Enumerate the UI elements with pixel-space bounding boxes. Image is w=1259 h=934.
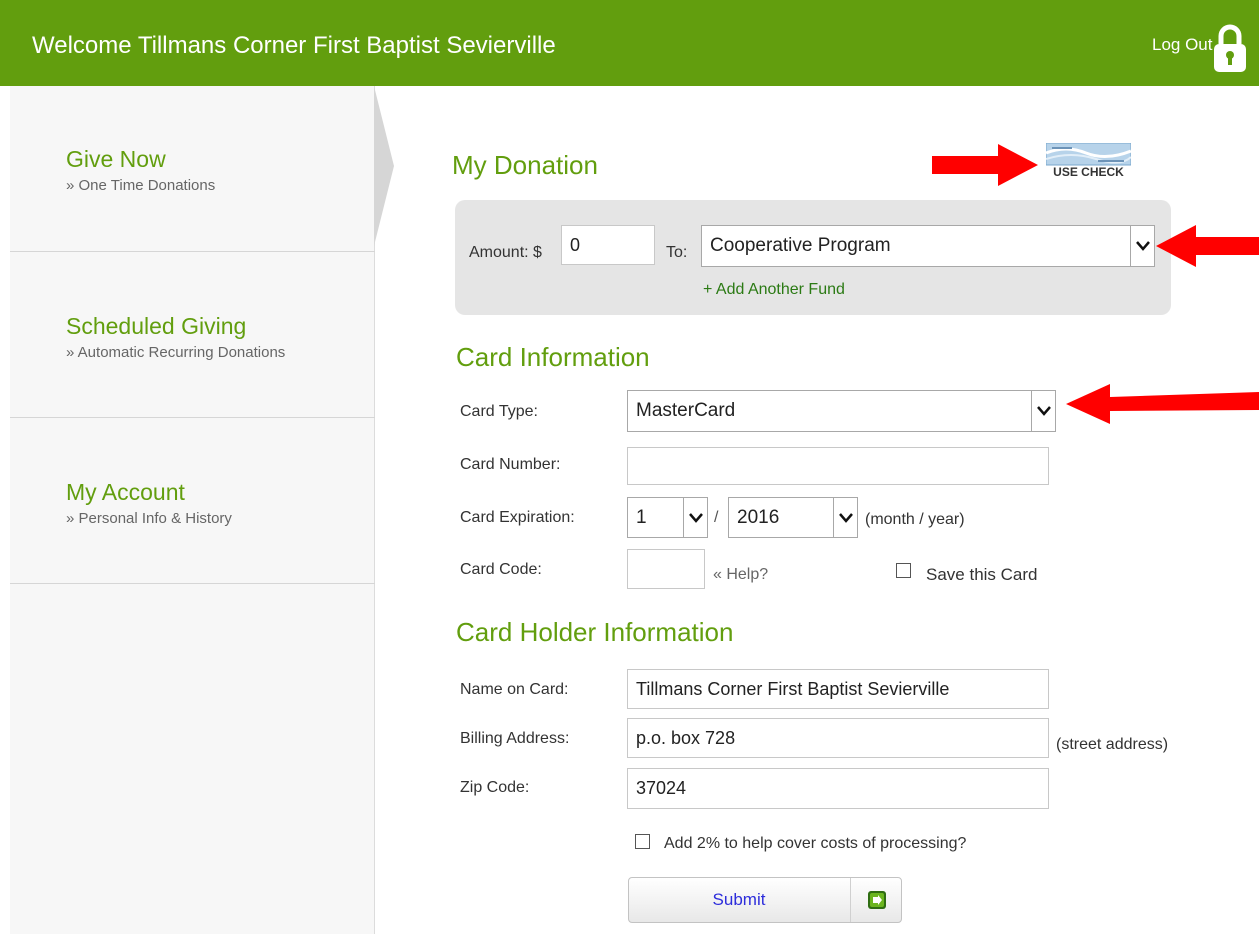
sidebar-item-subtitle: » One Time Donations: [66, 177, 216, 194]
save-card-checkbox[interactable]: [896, 563, 911, 578]
use-check-label: USE CHECK: [1053, 165, 1124, 179]
red-arrow-icon: [932, 144, 1038, 186]
exp-hint: (month / year): [865, 511, 965, 528]
submit-label: Submit: [712, 890, 766, 909]
amount-label: Amount: $: [469, 244, 542, 261]
card-holder-information-title: Card Holder Information: [456, 617, 734, 647]
sidebar-item-scheduled-giving[interactable]: Scheduled Giving » Automatic Recurring D…: [10, 252, 375, 418]
save-card-label: Save this Card: [926, 565, 1038, 584]
arrow-right-icon: [868, 891, 886, 909]
name-on-card-value: Tillmans Corner First Baptist Seviervill…: [636, 678, 950, 699]
top-header-bar: Welcome Tillmans Corner First Baptist Se…: [0, 0, 1259, 86]
add-another-fund-link[interactable]: + Add Another Fund: [703, 281, 845, 299]
fund-selected: Cooperative Program: [710, 235, 891, 256]
welcome-title: Welcome Tillmans Corner First Baptist Se…: [32, 32, 556, 59]
exp-year-select[interactable]: 2016: [728, 497, 858, 538]
sidebar-item-title: My Account: [66, 479, 185, 505]
submit-button[interactable]: Submit: [628, 877, 902, 923]
billing-address-input[interactable]: p.o. box 728: [627, 718, 1049, 758]
name-on-card-input[interactable]: Tillmans Corner First Baptist Seviervill…: [627, 669, 1049, 709]
logout-link[interactable]: Log Out: [1152, 35, 1213, 55]
sidebar-item-subtitle: » Personal Info & History: [66, 510, 232, 527]
card-number-input[interactable]: [627, 447, 1049, 485]
amount-input[interactable]: 0: [561, 225, 655, 265]
card-type-label: Card Type:: [460, 403, 538, 420]
submit-go-area: [850, 878, 902, 922]
donation-panel: Amount: $ 0 To: Cooperative Program + Ad…: [455, 200, 1171, 315]
exp-year-selected: 2016: [737, 506, 780, 528]
sidebar-item-title: Give Now: [66, 146, 166, 172]
sidebar-item-my-account[interactable]: My Account » Personal Info & History: [10, 418, 375, 584]
exp-month-select[interactable]: 1: [627, 497, 708, 538]
red-arrow-icon: [1156, 225, 1259, 267]
use-check-button[interactable]: USE CHECK: [1045, 142, 1132, 179]
chevron-down-icon: [833, 498, 857, 537]
active-item-pointer: [374, 86, 394, 246]
my-donation-title: My Donation: [452, 150, 598, 180]
billing-address-hint: (street address): [1056, 736, 1169, 753]
to-label: To:: [666, 244, 688, 261]
exp-month-selected: 1: [636, 506, 647, 528]
exp-separator: /: [714, 509, 719, 526]
card-information-title: Card Information: [456, 342, 650, 372]
cover-costs-checkbox[interactable]: [635, 834, 650, 849]
card-expiration-label: Card Expiration:: [460, 509, 575, 526]
card-code-label: Card Code:: [460, 561, 542, 578]
amount-value: 0: [570, 234, 581, 255]
billing-address-value: p.o. box 728: [636, 727, 736, 748]
zip-code-value: 37024: [636, 778, 687, 798]
card-code-help-link[interactable]: « Help?: [713, 566, 768, 584]
zip-code-input[interactable]: 37024: [627, 768, 1049, 809]
lock-icon[interactable]: [1212, 22, 1248, 74]
zip-code-label: Zip Code:: [460, 779, 530, 796]
sidebar-nav: Give Now » One Time Donations Scheduled …: [10, 86, 375, 934]
billing-address-label: Billing Address:: [460, 730, 570, 747]
card-code-input[interactable]: [627, 549, 705, 589]
red-arrow-icon: [1066, 384, 1259, 424]
cover-costs-label: Add 2% to help cover costs of processing…: [664, 835, 967, 852]
sidebar-item-subtitle: » Automatic Recurring Donations: [66, 344, 286, 361]
card-type-select[interactable]: MasterCard: [627, 390, 1056, 432]
chevron-down-icon: [683, 498, 707, 537]
fund-select[interactable]: Cooperative Program: [701, 225, 1155, 267]
name-on-card-label: Name on Card:: [460, 681, 569, 698]
sidebar-item-title: Scheduled Giving: [66, 313, 247, 339]
chevron-down-icon: [1031, 391, 1055, 431]
card-number-label: Card Number:: [460, 456, 561, 473]
chevron-down-icon: [1130, 226, 1154, 266]
card-type-selected: MasterCard: [636, 400, 736, 421]
sidebar-item-give-now[interactable]: Give Now » One Time Donations: [10, 86, 375, 252]
